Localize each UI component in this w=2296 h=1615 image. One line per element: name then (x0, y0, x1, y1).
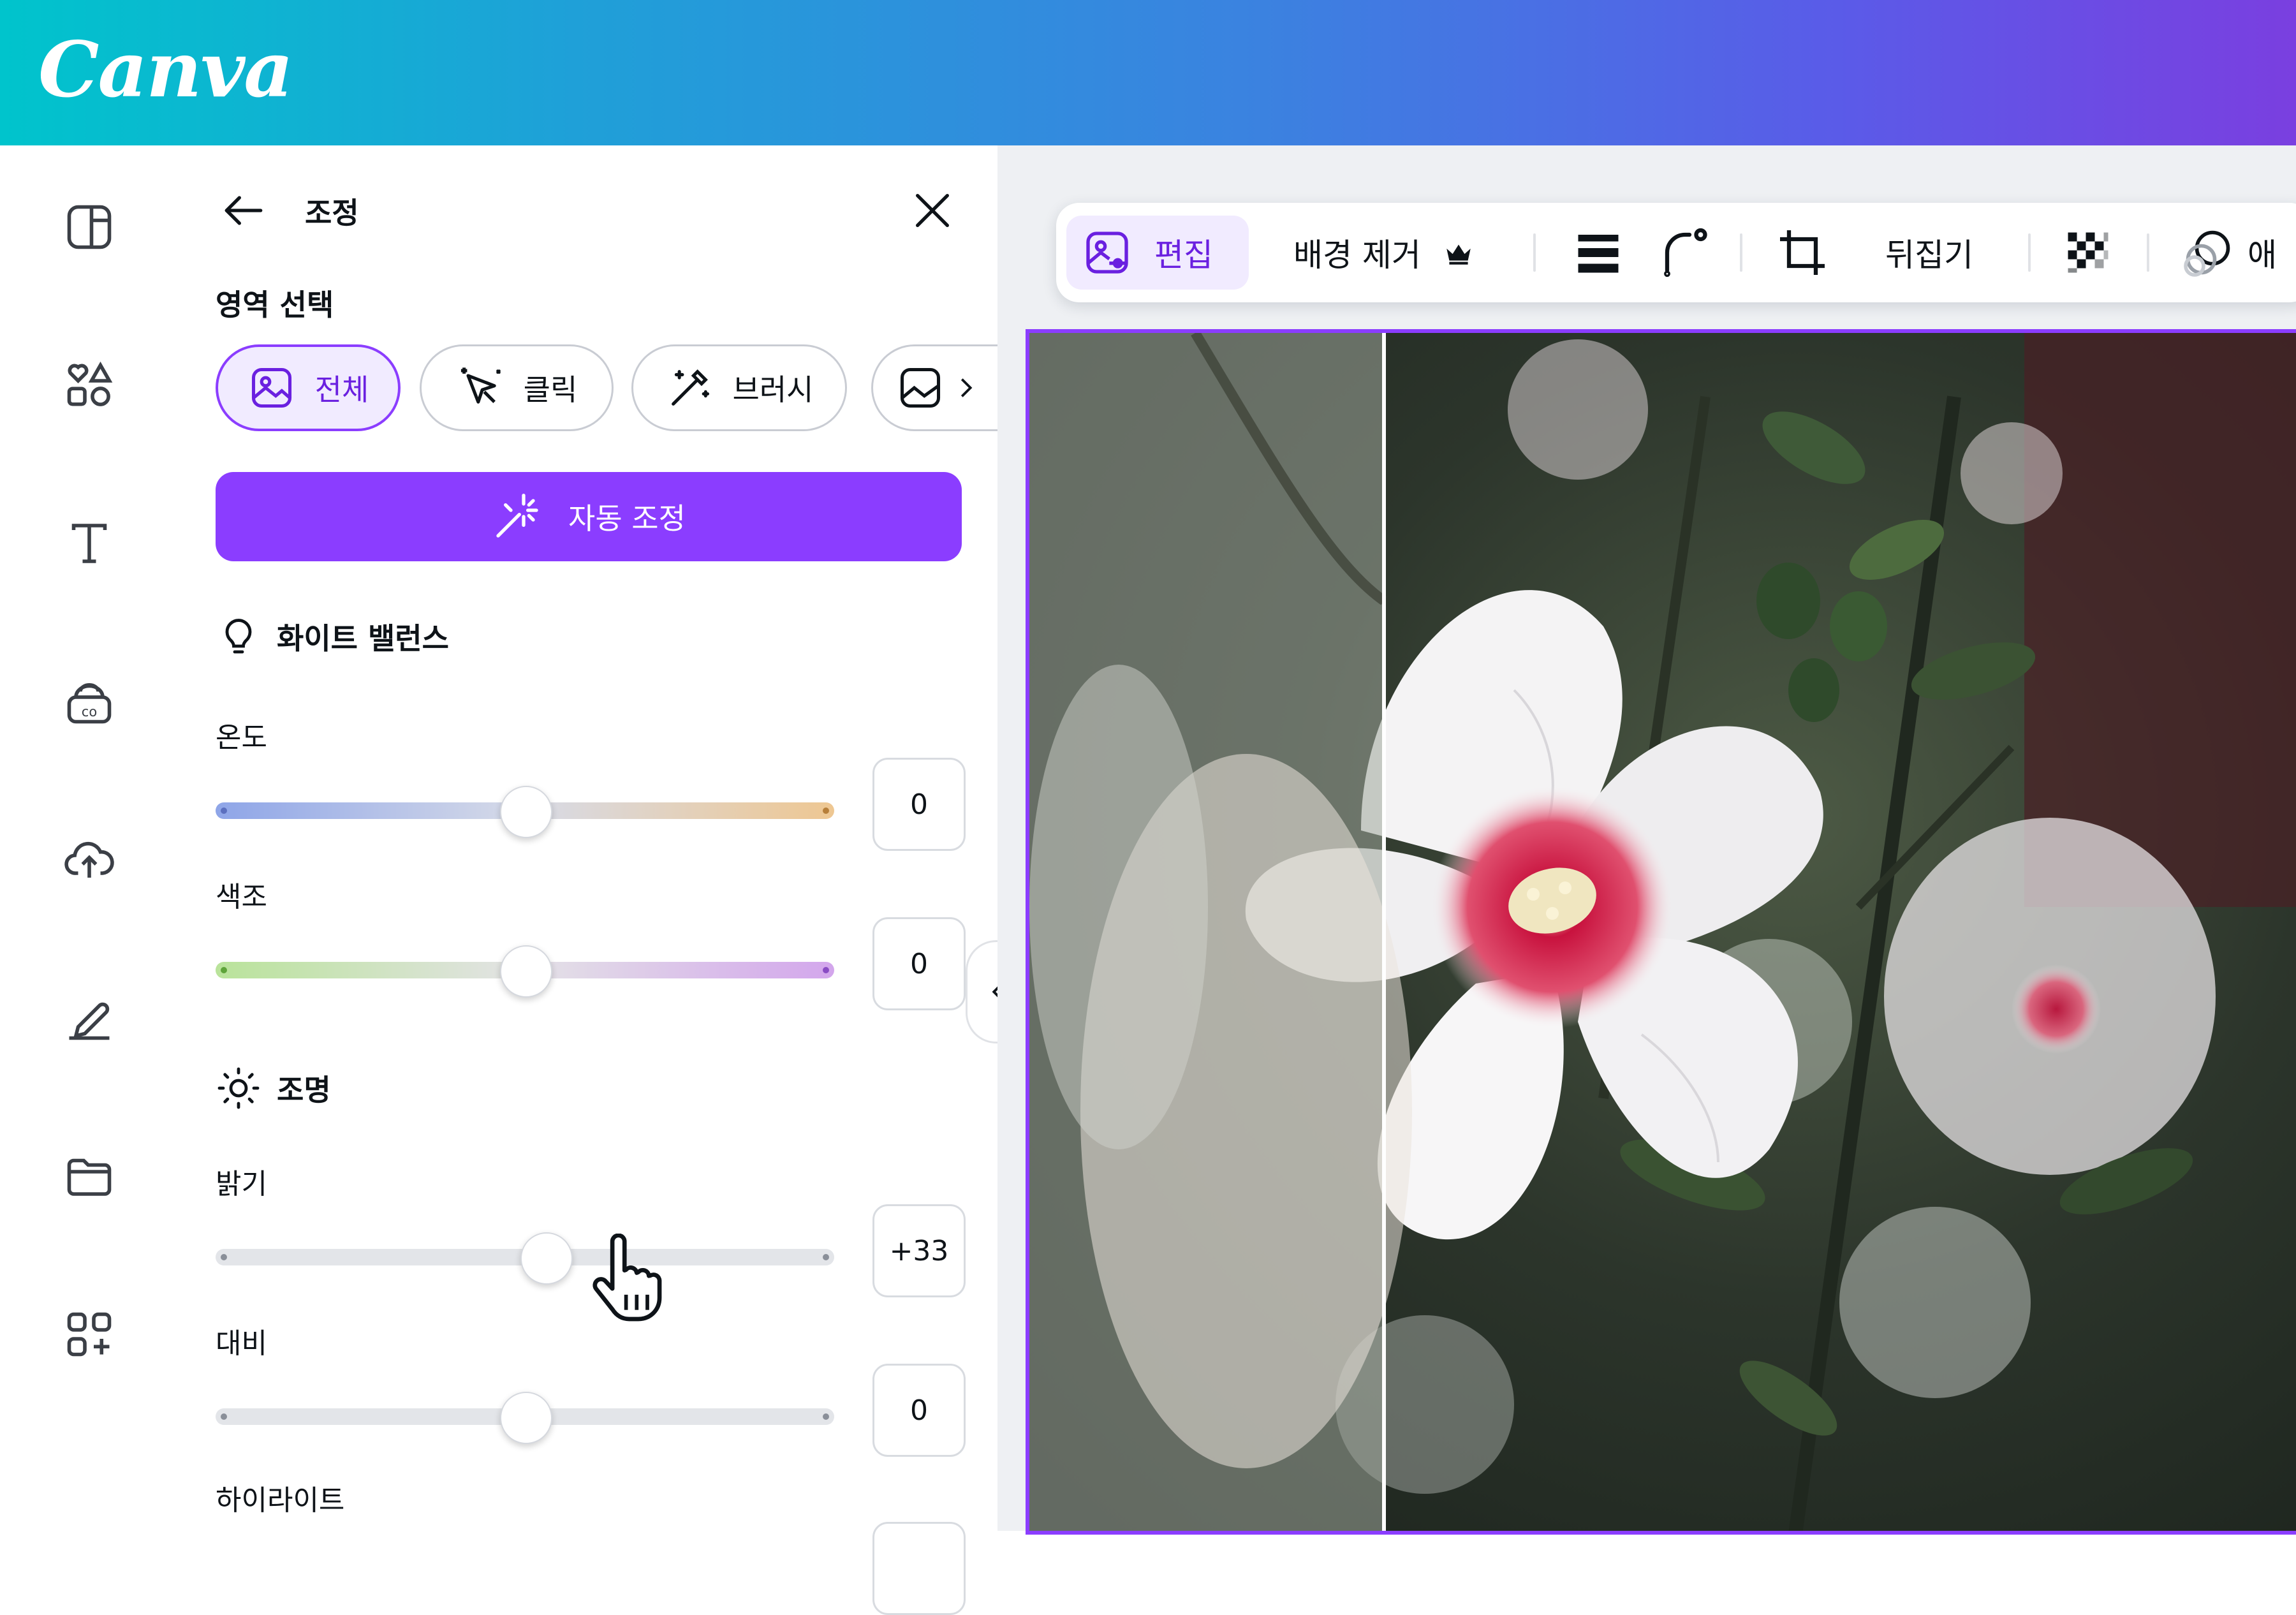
toolbar-divider (2147, 233, 2149, 272)
transparency-button[interactable] (2061, 203, 2115, 302)
contrast-slider-thumb[interactable] (500, 1392, 552, 1444)
temperature-value-input[interactable]: 0 (872, 758, 966, 851)
sun-icon (217, 1067, 260, 1109)
svg-text:co: co (82, 704, 97, 719)
brand-icon[interactable]: co (59, 671, 120, 732)
side-rail: co (0, 145, 180, 1531)
white-balance-title: 화이트 밸런스 (277, 621, 449, 656)
text-icon[interactable] (59, 513, 120, 574)
border-style-button[interactable] (1571, 203, 1625, 302)
draw-icon[interactable] (59, 987, 120, 1049)
region-chip-brush-label: 브러시 (732, 372, 814, 407)
region-chip-click[interactable]: 클릭 (420, 344, 614, 431)
projects-icon[interactable] (59, 1146, 120, 1207)
slider-min-dot (221, 1254, 227, 1260)
upload-icon[interactable] (59, 829, 120, 890)
region-select-label: 영역 선택 (216, 288, 334, 322)
region-chip-click-label: 클릭 (523, 372, 578, 407)
highlights-value-input[interactable] (872, 1522, 966, 1615)
crop-button[interactable] (1776, 203, 1829, 302)
back-button[interactable] (218, 185, 269, 236)
slider-max-dot (823, 1254, 829, 1260)
highlights-label: 하이라이트 (216, 1484, 345, 1517)
hibiscus-photo (1029, 333, 2296, 1531)
brightness-slider-thumb[interactable] (520, 1232, 573, 1285)
tint-slider-thumb[interactable] (500, 945, 552, 998)
bg-remove-button[interactable]: 배경 제거 (1293, 203, 1475, 302)
slider-max-dot (823, 808, 829, 814)
animate-label: 애 (2248, 237, 2277, 274)
brightness-label: 밝기 (216, 1168, 267, 1200)
edit-button[interactable]: 편집 (1066, 216, 1249, 290)
contrast-slider[interactable] (216, 1392, 834, 1444)
toolbar-divider (1533, 233, 1536, 272)
slider-max-dot (823, 967, 829, 973)
contrast-value-input[interactable]: 0 (872, 1364, 966, 1457)
temperature-slider[interactable] (216, 786, 834, 838)
toolbar-divider (2028, 233, 2031, 272)
border-weight-icon (1578, 235, 1619, 273)
image-icon (251, 367, 291, 408)
toolbar-divider (1740, 233, 1742, 272)
context-toolbar: 편집 배경 제거 뒤집기 애 (1056, 203, 2296, 302)
temperature-slider-thumb[interactable] (500, 786, 552, 838)
lighting-heading: 조명 (216, 1065, 331, 1111)
magic-brush-icon (671, 369, 709, 406)
lighting-title: 조명 (277, 1073, 331, 1107)
transparency-checker-icon (2068, 232, 2108, 273)
auto-adjust-label: 자동 조정 (568, 501, 686, 536)
edit-button-label: 편집 (1154, 237, 1213, 274)
apps-icon[interactable] (59, 1304, 120, 1365)
tint-value-input[interactable]: 0 (872, 917, 966, 1010)
elements-icon[interactable] (59, 355, 120, 416)
temperature-label: 온도 (216, 721, 267, 754)
lightbulb-icon (225, 619, 252, 654)
contrast-label: 대비 (216, 1327, 267, 1360)
flip-button[interactable]: 뒤집기 (1885, 203, 1973, 302)
crown-icon (1446, 244, 1471, 265)
chevron-right-icon[interactable] (951, 373, 980, 402)
animate-circles-icon (2184, 230, 2230, 277)
top-header: Canva (0, 0, 2296, 145)
close-icon (916, 194, 949, 227)
brightness-value-input[interactable]: +33 (872, 1204, 966, 1297)
slider-min-dot (221, 967, 227, 973)
slider-max-dot (823, 1413, 829, 1420)
hand-pointer-cursor-icon (592, 1234, 662, 1322)
bg-remove-label: 배경 제거 (1293, 237, 1421, 274)
selected-photo[interactable] (1026, 329, 2296, 1535)
region-chip-brush[interactable]: 브러시 (631, 344, 847, 431)
slider-min-dot (221, 808, 227, 814)
region-chip-more[interactable] (871, 344, 1012, 431)
corner-radius-icon (1664, 228, 1707, 277)
corner-rounding-button[interactable] (1658, 203, 1712, 302)
magic-pointer-icon (460, 367, 501, 404)
canva-logo[interactable]: Canva (38, 19, 293, 121)
white-balance-heading: 화이트 밸런스 (216, 614, 449, 660)
animate-button[interactable]: 애 (2181, 203, 2277, 302)
panel-title: 조정 (305, 196, 359, 230)
edit-image-icon (1086, 232, 1128, 274)
slider-min-dot (221, 1413, 227, 1420)
brightness-slider[interactable] (216, 1232, 834, 1285)
flip-label: 뒤집기 (1885, 237, 1973, 274)
auto-adjust-button[interactable]: 자동 조정 (216, 472, 962, 561)
crop-icon (1780, 230, 1825, 275)
magic-wand-icon (496, 494, 538, 538)
close-button[interactable] (907, 185, 958, 236)
region-chip-all[interactable]: 전체 (216, 344, 401, 431)
tint-label: 색조 (216, 881, 267, 913)
image-icon (900, 367, 941, 408)
layout-icon[interactable] (59, 196, 120, 258)
tint-slider[interactable] (216, 945, 834, 998)
region-chip-all-label: 전체 (314, 372, 369, 407)
arrow-left-icon (224, 196, 263, 225)
